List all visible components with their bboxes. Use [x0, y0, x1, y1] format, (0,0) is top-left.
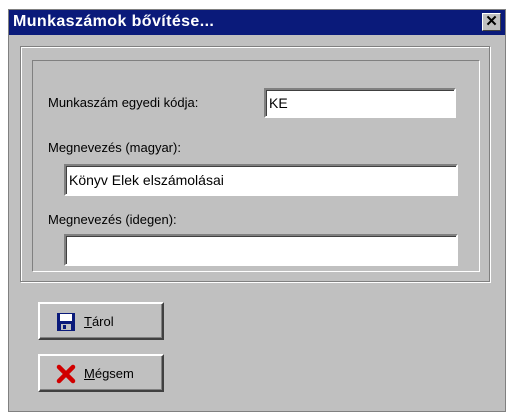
name-hu-field[interactable]: [64, 164, 458, 196]
close-icon: ✕: [485, 13, 498, 30]
save-button[interactable]: Tárol: [38, 302, 164, 340]
name-hu-label: Megnevezés (magyar):: [48, 140, 181, 155]
save-button-label: Tárol: [84, 314, 114, 329]
floppy-disk-icon: [57, 313, 75, 331]
code-field[interactable]: [264, 88, 456, 118]
name-hu-input[interactable]: [66, 166, 456, 194]
title-bar[interactable]: Munkaszámok bővítése... ✕: [9, 10, 505, 35]
cancel-button[interactable]: Mégsem: [38, 354, 164, 392]
code-input[interactable]: [266, 90, 454, 116]
cancel-button-label: Mégsem: [84, 366, 134, 381]
close-button[interactable]: ✕: [482, 13, 501, 31]
name-foreign-label: Megnevezés (idegen):: [48, 212, 177, 227]
window-title: Munkaszámok bővítése...: [13, 13, 215, 30]
name-foreign-input[interactable]: [66, 236, 456, 264]
name-foreign-field[interactable]: [64, 234, 458, 266]
red-x-icon: [56, 364, 76, 384]
code-label: Munkaszám egyedi kódja:: [48, 95, 199, 110]
